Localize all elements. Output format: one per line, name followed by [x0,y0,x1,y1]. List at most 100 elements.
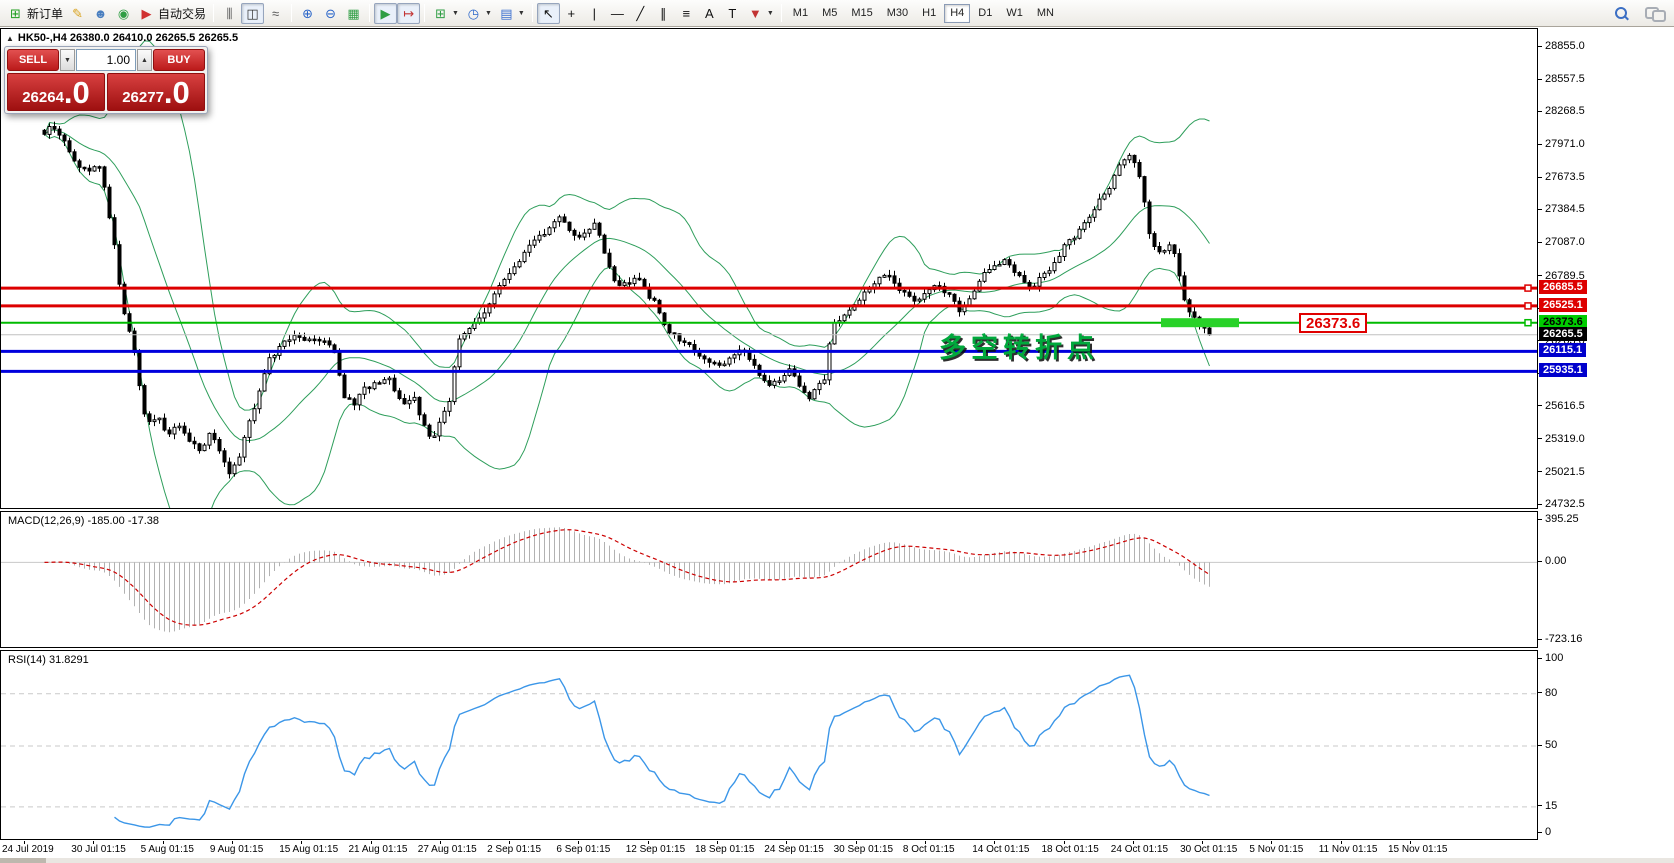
timeframe-mn-button[interactable]: MN [1031,4,1060,23]
horizontal-line-button[interactable]: — [606,3,629,24]
toolbar-group: ↖+|— ╱ ∥ ≡ AT▼▼ [537,1,777,25]
rsi-axis[interactable]: 1008050150 [1538,650,1674,840]
rsi-canvas[interactable] [1,651,1537,839]
axis-tick: 50 [1538,739,1557,751]
zoom-out-button[interactable]: ⊖ [319,3,342,24]
chart-shift-button[interactable]: ↦ [397,3,420,24]
timeframe-d1-button[interactable]: D1 [972,4,998,23]
time-label: 15 Nov 01:15 [1388,844,1448,855]
line-chart-mode-button[interactable]: ≈ [264,3,287,24]
profile-icon: ☻ [92,5,109,22]
price-level-badge: 25935.1 [1539,363,1587,377]
toolbar-separator [291,4,292,22]
text-button[interactable]: A [698,3,721,24]
bar-chart-mode-button[interactable]: ⫼ [218,3,241,24]
time-label: 24 Oct 01:15 [1111,844,1168,855]
timeframe-m5-button[interactable]: M5 [816,4,843,23]
fibonacci-icon: ≡ [678,5,695,22]
text-label-button[interactable]: T [721,3,744,24]
timeframe-m1-button[interactable]: M1 [787,4,814,23]
axis-tick: -723.16 [1538,633,1582,645]
auto-scroll-button[interactable]: ▶ [374,3,397,24]
axis-tick: 25021.5 [1538,466,1585,478]
horizontal-line-icon: — [609,5,626,22]
chart-shift-icon: ↦ [400,5,417,22]
tick-label: 395.25 [1545,513,1579,525]
ask-price-pips: .0 [164,76,190,110]
price-level-badge: 26115.1 [1539,343,1586,357]
vertical-line-button[interactable]: | [583,3,606,24]
buy-button[interactable]: BUY [153,49,205,71]
auto-trading-icon: ▶ [138,5,155,22]
arrows-button[interactable]: ▼▼ [744,3,777,24]
tile-windows-button[interactable]: ▦ [342,3,365,24]
price-axis[interactable]: 28855.028557.528268.527971.027673.527384… [1538,28,1674,509]
collapse-arrow-icon[interactable]: ▲ [6,34,14,43]
toolbar-group: ⊕⊖▦ [296,1,365,25]
templates-button[interactable]: ▤▼ [495,3,528,24]
ask-price[interactable]: 26277.0 [107,73,205,111]
rsi-plot[interactable]: RSI(14) 31.8291 [0,650,1538,840]
equidistant-channel-button[interactable]: ∥ [652,3,675,24]
meta-editor-button[interactable]: ✎ [66,3,89,24]
text-icon: A [701,5,718,22]
rsi-label: RSI(14) 31.8291 [8,654,89,666]
price-tag-label: 26373.6 [1299,313,1367,333]
chat-button[interactable] [1642,3,1666,24]
tick-label: 27087.0 [1545,236,1585,248]
new-order-button[interactable]: ⊞新订单 [4,3,66,24]
periods-button[interactable]: ◷▼ [462,3,495,24]
tick-dash [1538,144,1542,145]
tick-label: -723.16 [1545,633,1582,645]
tick-dash [1538,79,1542,80]
macd-plot[interactable]: MACD(12,26,9) -185.00 -17.38 [0,511,1538,648]
volume-increase-button[interactable]: ▲ [137,49,152,71]
volume-input[interactable] [76,49,136,71]
cursor-button[interactable]: ↖ [537,3,560,24]
tick-label: 27673.5 [1545,171,1585,183]
auto-trading-label: 自动交易 [158,5,206,22]
trend-line-icon: ╱ [632,5,649,22]
new-chart-button[interactable]: ⊞▼ [429,3,462,24]
time-label: 24 Jul 2019 [2,844,54,855]
timeframe-m15-button[interactable]: M15 [845,4,878,23]
chevron-down-icon: ▼ [767,10,774,17]
tick-label: 80 [1545,687,1557,699]
timeframe-h4-button[interactable]: H4 [944,4,970,23]
price-plot[interactable]: ▲ HK50-,H4 26380.0 26410.0 26265.5 26265… [0,28,1538,509]
time-label: 5 Nov 01:15 [1249,844,1303,855]
rsi-panel: RSI(14) 31.8291 1008050150 [0,650,1674,840]
volume-decrease-button[interactable]: ▼ [60,49,75,71]
timeframe-w1-button[interactable]: W1 [1000,4,1029,23]
time-label: 11 Nov 01:15 [1319,844,1378,855]
tick-dash [1538,242,1542,243]
bid-price[interactable]: 26264.0 [7,73,105,111]
time-label: 8 Oct 01:15 [903,844,955,855]
macd-canvas[interactable] [1,512,1537,647]
time-label: 18 Oct 01:15 [1042,844,1099,855]
signal-button[interactable]: ◉ [112,3,135,24]
tick-dash [1538,438,1542,439]
candlestick-mode-button[interactable]: ◫ [241,3,264,24]
fibonacci-button[interactable]: ≡ [675,3,698,24]
chart-title: ▲ HK50-,H4 26380.0 26410.0 26265.5 26265… [6,32,238,44]
crosshair-button[interactable]: + [560,3,583,24]
scrollbar-thumb[interactable] [0,858,46,863]
timeframe-h1-button[interactable]: H1 [916,4,942,23]
auto-trading-button[interactable]: ▶自动交易 [135,3,209,24]
axis-tick: 28268.5 [1538,105,1585,117]
time-label: 30 Sep 01:15 [834,844,894,855]
time-axis[interactable]: 24 Jul 201930 Jul 01:155 Aug 01:159 Aug … [0,841,1674,858]
time-label: 18 Sep 01:15 [695,844,755,855]
tick-dash [1538,805,1542,806]
sell-button[interactable]: SELL [7,49,59,71]
macd-label: MACD(12,26,9) -185.00 -17.38 [8,515,159,527]
price-chart-canvas[interactable] [1,29,1537,508]
channel-icon: ∥ [655,5,672,22]
zoom-in-button[interactable]: ⊕ [296,3,319,24]
search-button[interactable] [1611,3,1632,24]
timeframe-m30-button[interactable]: M30 [881,4,914,23]
profile-button[interactable]: ☻ [89,3,112,24]
trend-line-button[interactable]: ╱ [629,3,652,24]
macd-axis[interactable]: 395.250.00-723.16 [1538,511,1674,648]
